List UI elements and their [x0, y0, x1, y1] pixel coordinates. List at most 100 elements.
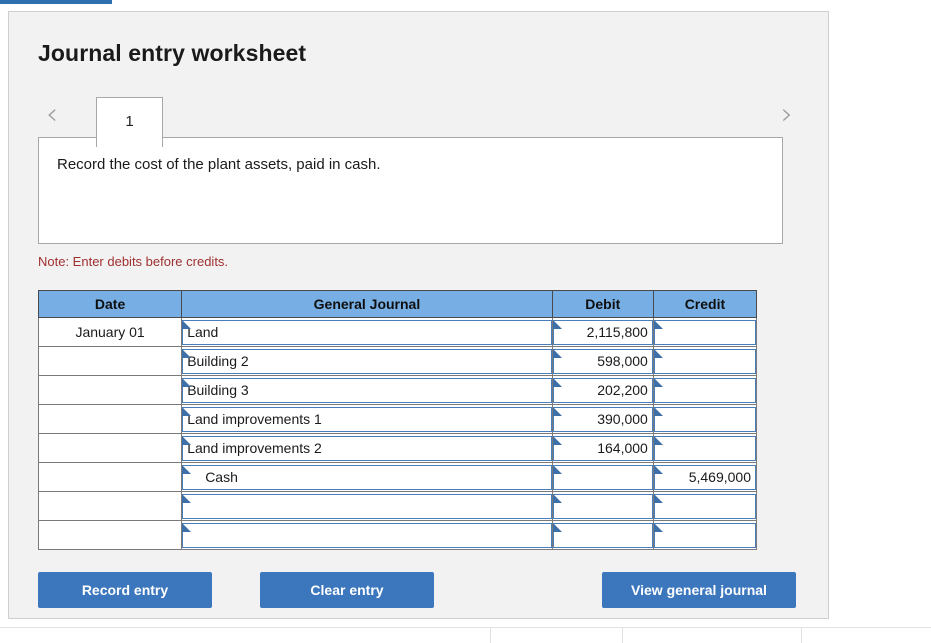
table-header-row: Date General Journal Debit Credit [39, 291, 757, 318]
cell-date[interactable] [39, 347, 182, 376]
clear-entry-button[interactable]: Clear entry [260, 572, 434, 608]
bottom-toolbar-strip [0, 627, 931, 643]
debit-value: 390,000 [597, 411, 648, 427]
debit-value: 164,000 [597, 440, 648, 456]
account-value: Building 3 [187, 382, 249, 398]
cell-debit[interactable] [552, 521, 653, 550]
account-value: Land improvements 1 [187, 411, 322, 427]
credit-input[interactable] [654, 349, 756, 374]
cell-date[interactable] [39, 376, 182, 405]
cell-account[interactable]: Cash [182, 463, 553, 492]
dropdown-triangle-icon [553, 523, 562, 532]
cell-account[interactable]: Land improvements 1 [182, 405, 553, 434]
dropdown-triangle-icon [553, 349, 562, 358]
dropdown-triangle-icon [553, 320, 562, 329]
column-header-credit: Credit [653, 291, 756, 318]
cell-debit[interactable] [552, 463, 653, 492]
debit-input[interactable] [553, 523, 653, 548]
account-input[interactable]: Land improvements 1 [182, 407, 552, 432]
debit-input[interactable]: 202,200 [553, 378, 653, 403]
dropdown-triangle-icon [182, 407, 191, 416]
worksheet-tab-1[interactable]: 1 [96, 97, 163, 147]
credit-input[interactable]: 5,469,000 [654, 465, 756, 490]
dropdown-triangle-icon [553, 407, 562, 416]
table-row [39, 492, 757, 521]
debit-input[interactable] [553, 465, 653, 490]
debit-input[interactable]: 598,000 [553, 349, 653, 374]
credit-input[interactable] [654, 378, 756, 403]
chevron-right-icon[interactable]: › [774, 100, 800, 130]
cell-credit[interactable] [653, 405, 756, 434]
cell-account[interactable] [182, 521, 553, 550]
cell-debit[interactable]: 390,000 [552, 405, 653, 434]
dropdown-triangle-icon [654, 378, 663, 387]
cell-credit[interactable] [653, 318, 756, 347]
cell-account[interactable]: Building 3 [182, 376, 553, 405]
credit-input[interactable] [654, 436, 756, 461]
cell-date[interactable] [39, 521, 182, 550]
worksheet-pager: ‹ 1 › [9, 84, 830, 138]
dropdown-triangle-icon [182, 378, 191, 387]
cell-account[interactable]: Land [182, 318, 553, 347]
debit-input[interactable]: 164,000 [553, 436, 653, 461]
dropdown-triangle-icon [654, 523, 663, 532]
dropdown-triangle-icon [182, 494, 191, 503]
dropdown-triangle-icon [654, 494, 663, 503]
table-row: Cash 5,469,000 [39, 463, 757, 492]
cell-credit[interactable] [653, 434, 756, 463]
cell-account[interactable] [182, 492, 553, 521]
bottom-separator [622, 628, 623, 643]
cell-credit[interactable] [653, 521, 756, 550]
dropdown-triangle-icon [654, 436, 663, 445]
cell-credit[interactable]: 5,469,000 [653, 463, 756, 492]
table-row: Land improvements 2 164,000 [39, 434, 757, 463]
account-input[interactable]: Cash [182, 465, 552, 490]
debit-input[interactable]: 390,000 [553, 407, 653, 432]
cell-debit[interactable]: 202,200 [552, 376, 653, 405]
dropdown-triangle-icon [654, 465, 663, 474]
cell-debit[interactable]: 2,115,800 [552, 318, 653, 347]
credit-input[interactable] [654, 407, 756, 432]
cell-debit[interactable] [552, 492, 653, 521]
dropdown-triangle-icon [654, 349, 663, 358]
cell-date[interactable]: January 01 [39, 318, 182, 347]
dropdown-triangle-icon [654, 320, 663, 329]
dropdown-triangle-icon [182, 465, 191, 474]
debit-value: 598,000 [597, 353, 648, 369]
credit-input[interactable] [654, 523, 756, 548]
account-input[interactable] [182, 494, 552, 519]
account-input[interactable]: Building 3 [182, 378, 552, 403]
account-value: Land improvements 2 [187, 440, 322, 456]
dropdown-triangle-icon [553, 465, 562, 474]
account-value: Building 2 [187, 353, 249, 369]
view-general-journal-button[interactable]: View general journal [602, 572, 796, 608]
column-header-general-journal: General Journal [182, 291, 553, 318]
cell-credit[interactable] [653, 492, 756, 521]
dropdown-triangle-icon [182, 349, 191, 358]
account-input[interactable]: Land [182, 320, 552, 345]
table-row [39, 521, 757, 550]
cell-date[interactable] [39, 463, 182, 492]
table-row: Land improvements 1 390,000 [39, 405, 757, 434]
journal-entry-worksheet-card: Journal entry worksheet ‹ 1 › Record the… [8, 11, 829, 619]
credit-input[interactable] [654, 320, 756, 345]
credit-input[interactable] [654, 494, 756, 519]
chevron-left-icon[interactable]: ‹ [39, 100, 65, 130]
cell-debit[interactable]: 164,000 [552, 434, 653, 463]
debit-input[interactable]: 2,115,800 [553, 320, 653, 345]
cell-date[interactable] [39, 492, 182, 521]
debit-input[interactable] [553, 494, 653, 519]
account-input[interactable] [182, 523, 552, 548]
cell-date[interactable] [39, 434, 182, 463]
account-input[interactable]: Building 2 [182, 349, 552, 374]
table-row: Building 3 202,200 [39, 376, 757, 405]
cell-credit[interactable] [653, 347, 756, 376]
cell-date[interactable] [39, 405, 182, 434]
account-input[interactable]: Land improvements 2 [182, 436, 552, 461]
cell-account[interactable]: Land improvements 2 [182, 434, 553, 463]
cell-account[interactable]: Building 2 [182, 347, 553, 376]
cell-credit[interactable] [653, 376, 756, 405]
record-entry-button[interactable]: Record entry [38, 572, 212, 608]
dropdown-triangle-icon [553, 378, 562, 387]
cell-debit[interactable]: 598,000 [552, 347, 653, 376]
